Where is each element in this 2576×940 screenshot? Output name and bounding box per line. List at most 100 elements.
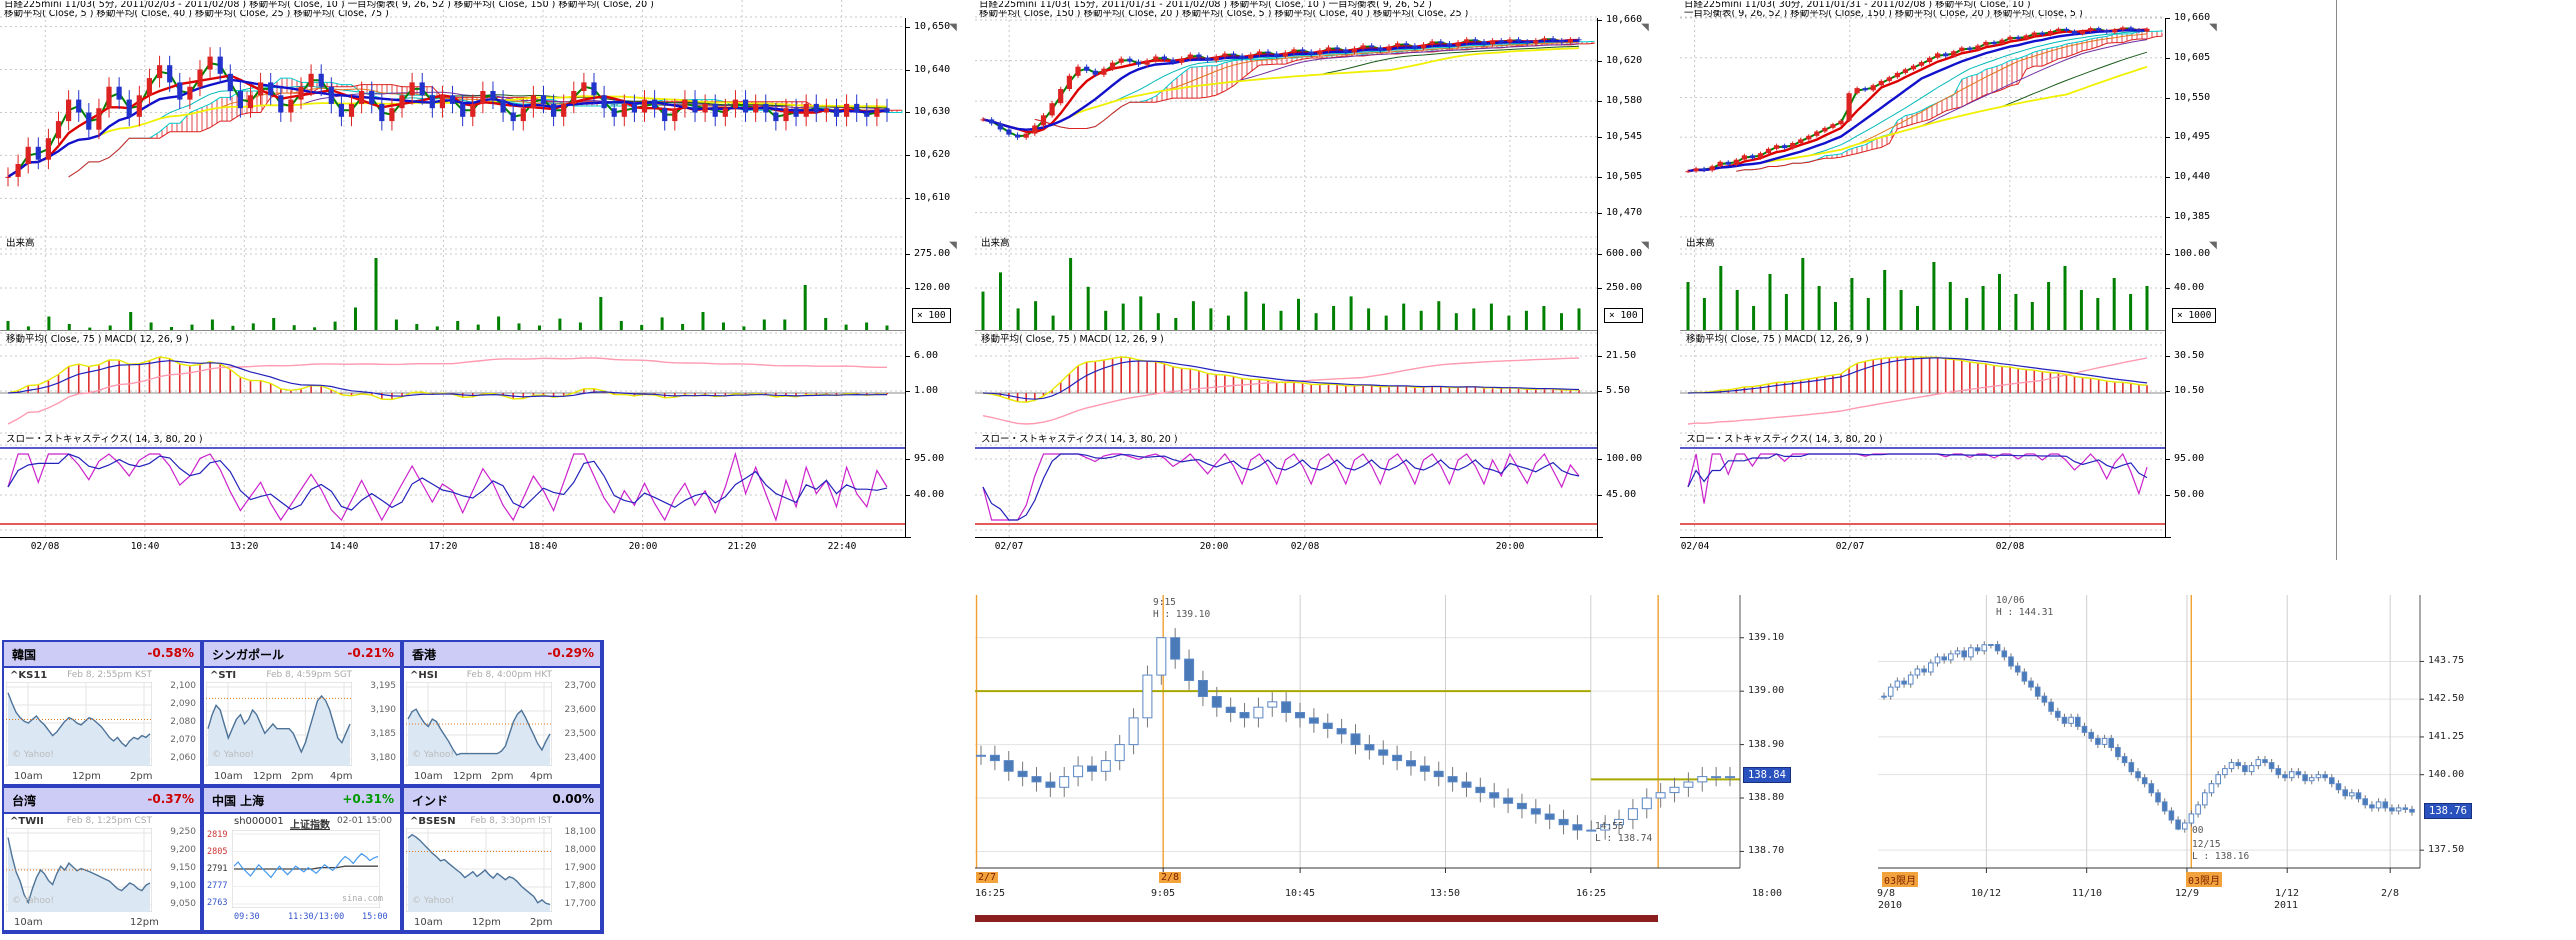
axis-tick bbox=[2165, 18, 2170, 19]
scroll-handle-icon[interactable]: ◥ bbox=[947, 240, 959, 252]
index-panel-taiwan[interactable]: 台湾-0.37%^TWIIFeb 8, 1:25pm CST9,2509,200… bbox=[4, 788, 200, 930]
axis-tick bbox=[2165, 495, 2170, 496]
scale-tick-label: 250.00 bbox=[1606, 282, 1642, 293]
scale-tick-label: 600.00 bbox=[1606, 248, 1642, 259]
price-tick-label: 138.80 bbox=[1748, 792, 1784, 803]
time-tick-label: 1/12 bbox=[2275, 888, 2299, 899]
scale-tick-label: 1.00 bbox=[914, 385, 938, 396]
axis-labels: 10,66010,60510,55010,49510,44010,385100.… bbox=[2165, 0, 2280, 560]
scale-tick-label: 120.00 bbox=[914, 282, 950, 293]
price-tick-label: 10,650 bbox=[914, 21, 950, 32]
index-change-pct: -0.58% bbox=[147, 646, 194, 660]
scale-tick-label: 21.50 bbox=[1606, 350, 1636, 361]
index-panel-india[interactable]: インド0.00%^BSESNFeb 8, 3:30pm IST18,10018,… bbox=[404, 788, 600, 930]
time-tick-label: 10:45 bbox=[1285, 888, 1315, 899]
price-plot[interactable] bbox=[975, 18, 1597, 237]
scale-tick-label: 40.00 bbox=[2174, 282, 2204, 293]
volume-section-label: 出来高 bbox=[981, 238, 1010, 249]
scroll-handle-icon[interactable]: ◥ bbox=[947, 22, 959, 34]
macd-plot[interactable] bbox=[1680, 346, 2165, 431]
sina-watermark: sina.com bbox=[342, 894, 383, 904]
price-tick-label: 10,640 bbox=[914, 64, 950, 75]
index-x-label: 4pm bbox=[530, 771, 552, 782]
time-tick-label: 13:50 bbox=[1430, 888, 1460, 899]
index-y-label: 2777 bbox=[207, 881, 227, 891]
chart-nikkei-30min: 日経225mini 11/03( 30分, 2011/01/31 - 2011/… bbox=[1680, 0, 2280, 560]
index-y-label: 2,070 bbox=[156, 735, 196, 745]
index-panel-singapore[interactable]: シンガポール-0.21%^STIFeb 8, 4:59pm SGT3,1953,… bbox=[204, 642, 400, 784]
index-header: インド0.00% bbox=[404, 788, 600, 814]
high-time-annotation: 10/06 bbox=[1996, 595, 2025, 606]
price-plot[interactable] bbox=[1680, 18, 2165, 237]
index-y-label: 2819 bbox=[207, 830, 227, 840]
price-tick-label: 138.70 bbox=[1748, 845, 1784, 856]
time-tick-label: 20:00 bbox=[629, 541, 658, 552]
index-panel-shanghai[interactable]: 中国 上海+0.31%sh000001上证指数02-01 15:00281928… bbox=[204, 788, 400, 930]
scroll-handle-icon[interactable]: ◥ bbox=[1639, 240, 1651, 252]
macd-plot[interactable] bbox=[975, 346, 1597, 431]
volume-multiplier: × 1000 bbox=[2172, 308, 2216, 323]
volume-plot[interactable] bbox=[0, 250, 905, 331]
stoch-plot[interactable] bbox=[0, 446, 905, 530]
time-tick-label: 21:20 bbox=[728, 541, 757, 552]
pane-splitter[interactable] bbox=[2336, 0, 2337, 560]
axis-tick bbox=[905, 27, 910, 28]
time-tick-label: 11/10 bbox=[2072, 888, 2102, 899]
index-y-label: 23,400 bbox=[556, 753, 596, 763]
volume-plot[interactable] bbox=[1680, 250, 2165, 331]
price-tick-label: 139.00 bbox=[1748, 685, 1784, 696]
axis-tick bbox=[1597, 177, 1602, 178]
index-y-label: 23,600 bbox=[556, 705, 596, 715]
session-date-label: 2/7 bbox=[976, 872, 998, 883]
price-tick-label: 141.25 bbox=[2428, 731, 2464, 742]
index-symbol: ^TWII bbox=[10, 816, 44, 827]
index-change-pct: -0.21% bbox=[347, 646, 394, 660]
price-tick-label: 143.75 bbox=[2428, 655, 2464, 666]
axis-tick bbox=[905, 288, 910, 289]
yahoo-watermark: © Yahoo! bbox=[412, 896, 454, 906]
time-tick-label: 16:25 bbox=[975, 888, 1005, 899]
price-tick-label: 10,440 bbox=[2174, 171, 2210, 182]
chart-nikkei-5min: 日経225mini 11/03( 5分, 2011/02/03 - 2011/0… bbox=[0, 0, 962, 560]
price-tick-label: 10,495 bbox=[2174, 131, 2210, 142]
scroll-handle-icon[interactable]: ◥ bbox=[1639, 22, 1651, 34]
macd-section-label: 移動平均( Close, 75 ) MACD( 12, 26, 9 ) bbox=[6, 334, 189, 345]
macd-plot[interactable] bbox=[0, 346, 905, 431]
index-x-label: 2pm bbox=[491, 771, 513, 782]
index-name: シンガポール bbox=[212, 646, 284, 663]
scroll-handle-icon[interactable]: ◥ bbox=[2207, 240, 2219, 252]
stoch-section-label: スロー・ストキャスティクス( 14, 3, 80, 20 ) bbox=[6, 434, 203, 445]
scroll-handle-icon[interactable]: ◥ bbox=[2207, 22, 2219, 34]
low-time-annotation: 12/15 bbox=[2192, 839, 2221, 850]
high-time-annotation: 9:15 bbox=[1153, 597, 1176, 608]
stoch-plot[interactable] bbox=[975, 446, 1597, 530]
axis-tick bbox=[905, 70, 910, 71]
index-x-label: 12pm bbox=[453, 771, 482, 782]
index-y-label: 2,100 bbox=[156, 681, 196, 691]
index-panel-hongkong[interactable]: 香港-0.29%^HSIFeb 8, 4:00pm HKT23,70023,60… bbox=[404, 642, 600, 784]
time-tick-label: 9:05 bbox=[1151, 888, 1175, 899]
chart-title: 日経225mini 11/03( 5分, 2011/02/03 - 2011/0… bbox=[4, 1, 654, 10]
candlestick-plot[interactable] bbox=[1876, 593, 2426, 880]
axis-tick bbox=[1597, 61, 1602, 62]
scale-tick-label: 100.00 bbox=[1606, 453, 1642, 464]
index-panel-korea[interactable]: 韓国-0.58%^KS11Feb 8, 2:55pm KST2,1002,090… bbox=[4, 642, 200, 784]
stoch-plot[interactable] bbox=[1680, 446, 2165, 530]
index-symbol: ^STI bbox=[210, 670, 236, 681]
session-span-bar bbox=[975, 915, 1658, 922]
volume-section-label: 出来高 bbox=[6, 238, 35, 249]
index-timestamp: Feb 8, 4:00pm HKT bbox=[467, 670, 552, 680]
scale-tick-label: 100.00 bbox=[2174, 248, 2210, 259]
price-plot[interactable] bbox=[0, 18, 905, 237]
last-price-box: 138.84 bbox=[1743, 767, 1791, 783]
scale-tick-label: 45.00 bbox=[1606, 489, 1636, 500]
axis-tick bbox=[1597, 459, 1602, 460]
price-tick-label: 10,660 bbox=[2174, 12, 2210, 23]
yahoo-watermark: © Yahoo! bbox=[412, 750, 454, 760]
index-timestamp: Feb 8, 2:55pm KST bbox=[67, 670, 152, 680]
price-tick-label: 138.90 bbox=[1748, 739, 1784, 750]
high-value-annotation: H : 144.31 bbox=[1996, 607, 2053, 618]
axis-tick bbox=[1597, 20, 1602, 21]
index-y-label: 3,185 bbox=[356, 729, 396, 739]
volume-plot[interactable] bbox=[975, 250, 1597, 331]
